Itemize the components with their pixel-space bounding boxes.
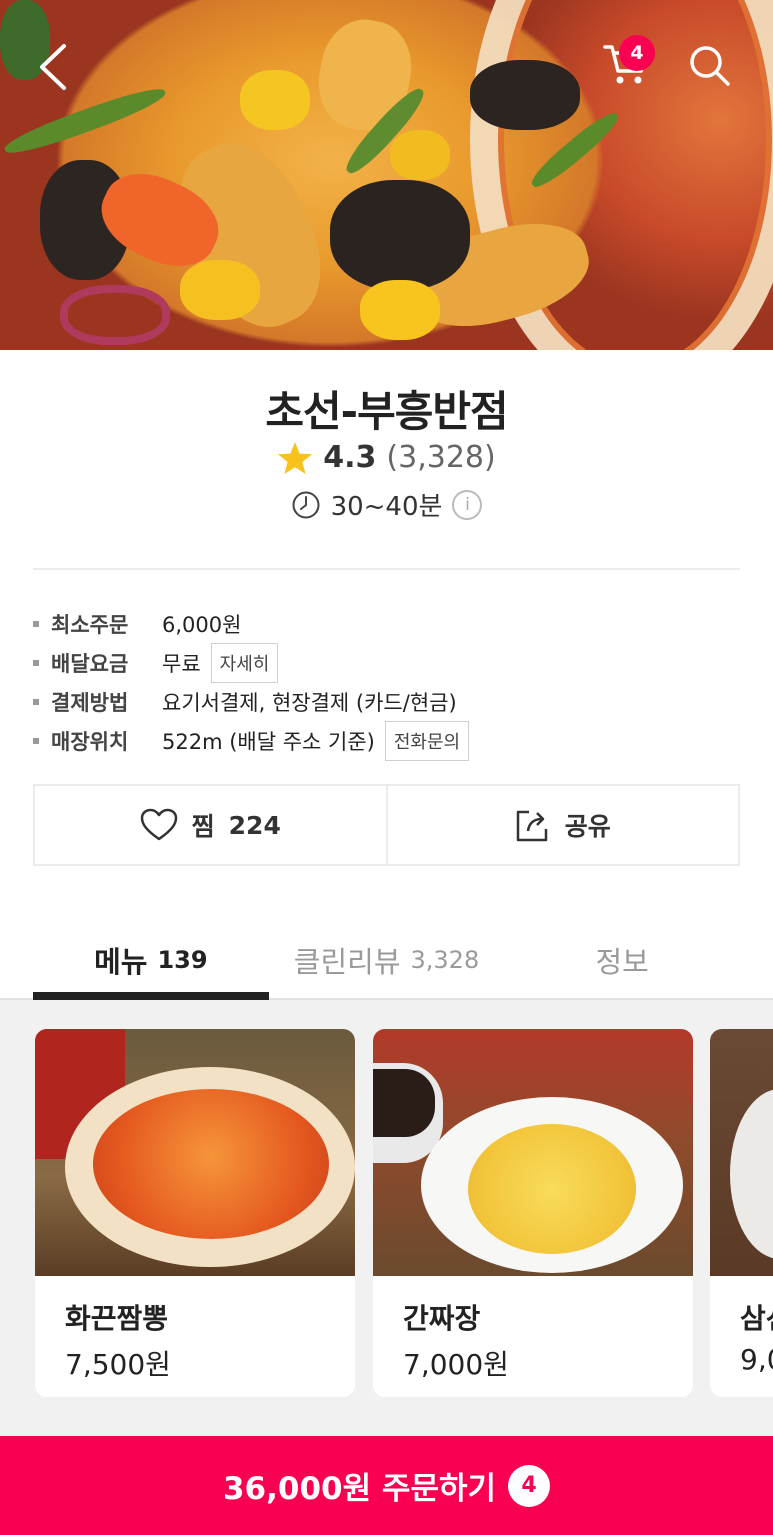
phone-inquiry-button[interactable]: 전화문의: [384, 720, 470, 761]
order-label: 36,000원 주문하기: [222, 1471, 497, 1507]
tab-label: 메뉴: [94, 945, 148, 979]
menu-item-image: [35, 1029, 355, 1276]
tab-label: 클린리뷰: [293, 945, 401, 979]
detail-label: 매장위치: [51, 729, 129, 754]
tab-count: 139: [157, 946, 208, 974]
order-button[interactable]: 36,000원 주문하기 4: [0, 1436, 773, 1535]
tab-menu[interactable]: 메뉴 139: [33, 920, 269, 1000]
back-button[interactable]: [28, 40, 78, 94]
menu-card[interactable]: 삼선 9,0: [710, 1029, 773, 1397]
min-order-row: 최소주문 6,000원: [33, 604, 740, 643]
star-icon: [278, 441, 313, 474]
like-count: 224: [228, 810, 281, 840]
bullet: [33, 620, 39, 627]
menu-card[interactable]: 간짜장 7,000원: [373, 1029, 693, 1397]
clock-icon: [292, 491, 320, 518]
share-button[interactable]: 공유: [385, 786, 739, 864]
menu-item-price: 9,0: [740, 1343, 773, 1376]
tab-label: 정보: [595, 945, 649, 979]
tab-reviews[interactable]: 클린리뷰 3,328: [269, 920, 505, 1000]
detail-value: 522m (배달 주소 기준): [162, 729, 375, 754]
info-icon[interactable]: i: [452, 489, 483, 520]
detail-value: 무료: [162, 651, 201, 676]
chevron-left-icon: [40, 44, 66, 90]
share-icon: [516, 810, 547, 842]
share-label: 공유: [564, 812, 611, 841]
bullet: [33, 659, 39, 666]
detail-value: 6,000원: [162, 612, 242, 637]
order-count-badge: 4: [508, 1464, 551, 1507]
menu-item-price: 7,500원: [65, 1348, 171, 1381]
detail-label: 배달요금: [51, 651, 129, 676]
review-count: (3,328): [386, 440, 496, 475]
detail-label: 최소주문: [51, 612, 129, 637]
tab-count: 3,328: [410, 946, 480, 974]
like-label: 찜: [191, 812, 215, 841]
detail-label: 결제방법: [51, 690, 129, 715]
rating-score: 4.3: [323, 440, 377, 475]
delivery-time: 30~40분: [330, 492, 443, 522]
detail-value: 요기서결제, 현장결제 (카드/현금): [162, 690, 457, 715]
action-bar: 찜 224 공유: [33, 784, 740, 866]
payment-method-row: 결제방법 요기서결제, 현장결제 (카드/현금): [33, 682, 740, 721]
fee-detail-button[interactable]: 자세히: [210, 642, 279, 683]
menu-item-name: 화끈짬뽕: [65, 1302, 169, 1335]
store-hero-image: [0, 0, 773, 350]
menu-item-name: 간짜장: [403, 1302, 481, 1335]
delivery-fee-row: 배달요금 무료 자세히: [33, 642, 740, 683]
like-button[interactable]: 찜 224: [35, 786, 386, 864]
menu-item-image: [373, 1029, 693, 1276]
menu-item-name: 삼선: [740, 1302, 773, 1335]
menu-item-price: 7,000원: [403, 1348, 509, 1381]
menu-item-image: [710, 1029, 773, 1276]
cart-count-badge: 4: [619, 35, 655, 71]
heart-icon: [140, 808, 177, 841]
bullet: [33, 698, 39, 705]
tab-info[interactable]: 정보: [504, 920, 740, 1000]
tab-bar: 메뉴 139 클린리뷰 3,328 정보: [33, 920, 740, 1000]
store-location-row: 매장위치 522m (배달 주소 기준) 전화문의: [33, 720, 740, 761]
menu-card[interactable]: 화끈짬뽕 7,500원: [35, 1029, 355, 1397]
active-tab-indicator: [33, 992, 269, 1000]
delivery-time-row: 30~40분 i: [0, 486, 773, 523]
store-name: 초선-부흥반점: [265, 387, 508, 436]
bullet: [33, 737, 39, 744]
rating-row[interactable]: 4.3 (3,328): [0, 440, 773, 475]
divider: [33, 568, 740, 570]
search-button[interactable]: [686, 40, 734, 92]
menu-carousel[interactable]: 화끈짬뽕 7,500원 간짜장 7,000원 삼선 9,0: [0, 1000, 773, 1436]
store-details: 최소주문 6,000원 배달요금 무료 자세히 결제방법 요기서결제, 현장결제…: [33, 604, 740, 761]
search-icon: [690, 46, 730, 86]
